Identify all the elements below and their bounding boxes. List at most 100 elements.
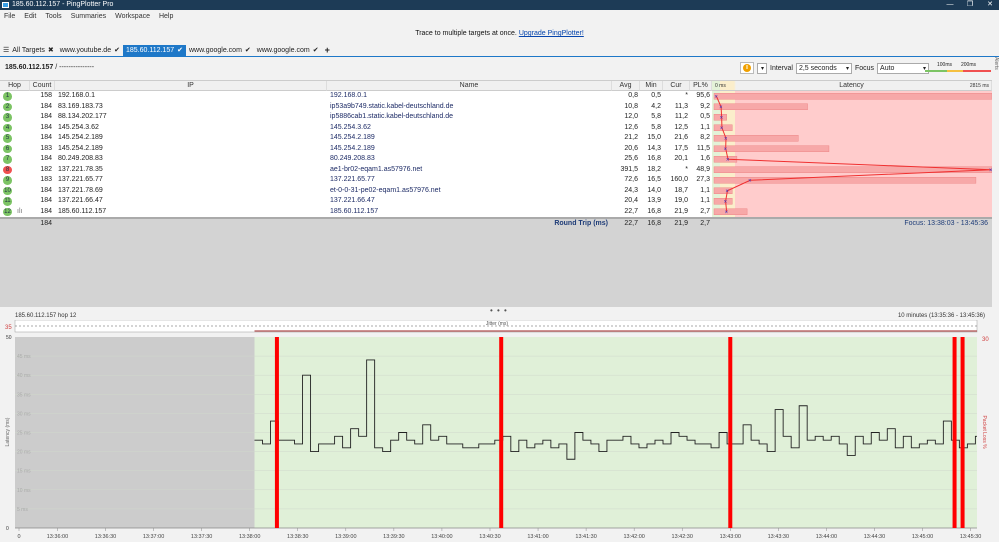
hop-pl: 1,1 <box>700 197 710 204</box>
tab-label: 185.60.112.157 <box>125 47 175 54</box>
time-range-select[interactable]: 10 minutes (13:35:36 - 13:45:36) <box>898 313 985 319</box>
hop-avg: 10,8 <box>624 102 638 110</box>
check-icon: ✔ <box>177 47 183 54</box>
y-tick-label: 25 ms <box>17 431 31 437</box>
menu-workspace[interactable]: Workspace <box>115 10 150 23</box>
hop-min: 0,5 <box>651 92 661 99</box>
avg-latency-marker: × <box>720 115 724 121</box>
hop-pl: 1,6 <box>700 155 710 162</box>
hop-ip: 145.254.2.189 <box>58 134 103 141</box>
latency-chart[interactable]: 35 Jitter (ms) 0 5 ms 10 ms 15 ms 20 ms 25 ms 30… <box>0 320 999 542</box>
menu-tools[interactable]: Tools <box>45 10 61 23</box>
hop-pl: 8,2 <box>700 134 710 141</box>
menu-summaries[interactable]: Summaries <box>71 10 106 23</box>
x-tick-label: 13:45:30 <box>960 534 981 540</box>
pause-dropdown[interactable] <box>757 62 767 74</box>
interval-label: Interval <box>770 64 793 72</box>
target-tabs: ☰ All Targets ✖ www.youtube.de ✔ 185.60.112… <box>0 45 999 57</box>
hop-avg: 12,0 <box>624 113 638 120</box>
summary-row: 184 Round Trip (ms) 22,7 16,8 21,9 2,7 F… <box>0 217 992 227</box>
x-tick-label: 13:39:30 <box>383 534 404 540</box>
avg-latency-marker: × <box>726 157 730 163</box>
hop-name: 185.60.112.157 <box>330 207 379 215</box>
hop-pl: 0,5 <box>700 113 710 120</box>
hop-name: 137.221.65.77 <box>330 176 375 183</box>
alerts-sidebar-tab[interactable]: Alerts <box>992 57 999 307</box>
upgrade-link[interactable]: Upgrade PingPlotter! <box>519 30 584 37</box>
latency-trace-line <box>715 96 992 212</box>
packet-loss-bar <box>713 93 992 100</box>
x-tick-label: 13:45:00 <box>912 534 933 540</box>
y-tick-label: 45 ms <box>17 354 31 360</box>
hop-cur: * <box>685 92 688 99</box>
col-count[interactable]: Count <box>30 81 55 91</box>
col-hop[interactable]: Hop <box>0 81 30 91</box>
hop-name: 145.254.2.189 <box>330 134 375 141</box>
hop-min: 16,8 <box>647 207 661 215</box>
hop-status-badge: 6 <box>3 144 12 153</box>
col-min[interactable]: Min <box>640 81 663 91</box>
tab-185-60-112-157[interactable]: 185.60.112.157 ✔ <box>122 45 186 56</box>
y-tick-label: 40 ms <box>17 373 31 379</box>
hop-min: 14,3 <box>647 144 661 152</box>
col-latency[interactable]: 0 ms Latency 2815 ms <box>712 81 992 91</box>
hop-count: 158 <box>40 92 52 99</box>
list-icon: ☰ <box>3 47 10 54</box>
hop-pl: 1,1 <box>700 123 710 131</box>
close-button[interactable]: ✕ <box>983 0 997 10</box>
avg-latency-marker: × <box>748 178 752 184</box>
pane-splitter[interactable]: • • • <box>490 306 508 315</box>
hop-min: 5,8 <box>651 113 661 120</box>
target-name[interactable]: --------------- <box>59 64 94 71</box>
title-bar: 185.60.112.157 - PingPlotter Pro — ❐ ✕ <box>0 0 999 10</box>
latency-header: Latency <box>839 82 864 89</box>
menu-file[interactable]: File <box>4 10 15 23</box>
hop-avg: 21,2 <box>624 134 638 141</box>
app-icon <box>2 2 9 8</box>
y-axis-label: Latency (ms) <box>5 417 11 446</box>
hop-ip: 145.254.3.62 <box>58 123 99 131</box>
hop-count: 183 <box>40 176 52 183</box>
y-tick-label: 30 ms <box>17 411 31 417</box>
hop-count: 184 <box>40 186 52 194</box>
hop-status-badge: 8 <box>3 165 12 174</box>
hop-cur: 11,3 <box>674 102 688 110</box>
col-cur[interactable]: Cur <box>663 81 690 91</box>
maximize-button[interactable]: ❐ <box>963 0 977 10</box>
hop-min: 18,2 <box>647 165 661 173</box>
close-icon[interactable]: ✖ <box>48 45 54 56</box>
col-pl[interactable]: PL% <box>690 81 712 91</box>
hop-ip: 88.134.202.177 <box>58 113 107 120</box>
pause-button[interactable]: II <box>740 62 754 74</box>
bar-chart-icon[interactable]: ılı <box>17 207 22 218</box>
menu-edit[interactable]: Edit <box>24 10 36 23</box>
hop-cur: 160,0 <box>670 176 688 183</box>
hop-count: 184 <box>40 123 52 131</box>
hop-status-badge: 11 <box>3 197 12 206</box>
check-icon: ✔ <box>312 47 319 54</box>
col-avg[interactable]: Avg <box>612 81 640 91</box>
x-tick-label: 13:42:00 <box>623 534 644 540</box>
packet-loss-bar <box>713 187 733 194</box>
x-tick-label: 13:43:00 <box>720 534 741 540</box>
x-tick-label: 13:40:00 <box>431 534 452 540</box>
col-name[interactable]: Name <box>327 81 612 91</box>
tab-all-targets[interactable]: ☰ All Targets ✖ <box>0 45 57 56</box>
hop-count: 183 <box>40 144 52 152</box>
tab-google-1[interactable]: www.google.com ✔ <box>186 45 254 56</box>
y2-tick-label: 30 <box>982 337 989 343</box>
menu-help[interactable]: Help <box>159 10 173 23</box>
x-tick-label: 13:42:30 <box>672 534 693 540</box>
hop-name: 192.168.0.1 <box>330 92 367 99</box>
add-tab-button[interactable]: + <box>322 45 333 56</box>
col-ip[interactable]: IP <box>55 81 327 91</box>
hop-min: 14,0 <box>647 186 661 194</box>
tab-google-2[interactable]: www.google.com ✔ <box>254 45 322 56</box>
interval-select[interactable]: 2,5 seconds <box>795 62 852 74</box>
focus-select[interactable]: Auto <box>877 62 930 74</box>
hop-name: 145.254.3.62 <box>330 123 371 131</box>
tab-youtube[interactable]: www.youtube.de ✔ <box>57 45 123 56</box>
avg-latency-marker: × <box>725 189 729 195</box>
minimize-button[interactable]: — <box>943 0 957 10</box>
hop-cur: 21,9 <box>674 207 688 215</box>
